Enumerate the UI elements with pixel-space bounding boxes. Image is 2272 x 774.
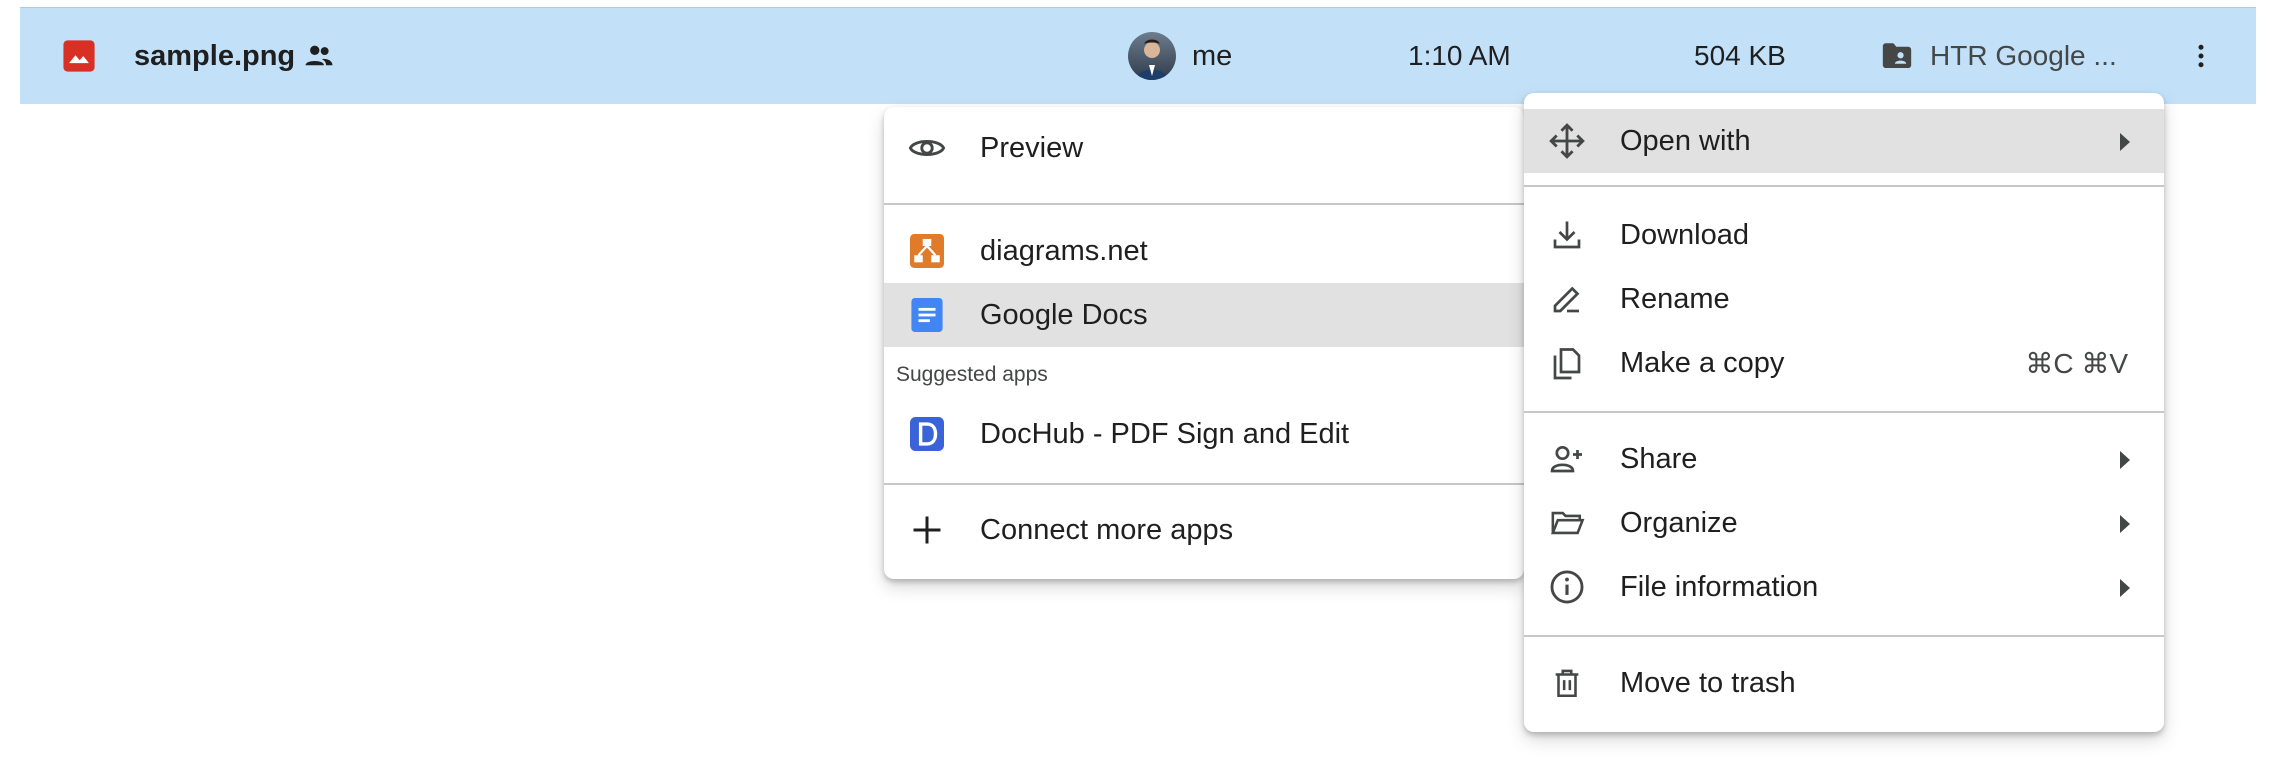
menu-item-label: Connect more apps <box>980 513 1234 546</box>
submenu-arrow-icon <box>2120 579 2130 597</box>
menu-item-make-a-copy[interactable]: Make a copy ⌘C ⌘V <box>1524 331 2164 395</box>
eye-icon <box>908 129 946 167</box>
divider <box>1524 185 2164 187</box>
pencil-icon <box>1548 280 1586 318</box>
menu-item-label: Preview <box>980 131 1084 164</box>
menu-item-preview[interactable]: Preview <box>884 116 1524 180</box>
owner-name: me <box>1192 39 1233 72</box>
folder-open-icon <box>1548 504 1586 542</box>
menu-item-dochub[interactable]: DocHub - PDF Sign and Edit <box>884 402 1524 466</box>
menu-item-label: Open with <box>1620 124 1751 157</box>
menu-item-open-with[interactable]: Open with <box>1524 109 2164 173</box>
divider <box>884 483 1524 485</box>
file-location[interactable]: HTR Google ... <box>1930 40 2117 72</box>
submenu-arrow-icon <box>2120 451 2130 469</box>
menu-item-label: Rename <box>1620 282 1730 315</box>
menu-item-file-information[interactable]: File information <box>1524 555 2164 619</box>
download-icon <box>1548 216 1586 254</box>
menu-item-connect-more-apps[interactable]: Connect more apps <box>884 498 1524 562</box>
submenu-arrow-icon <box>2120 515 2130 533</box>
menu-item-label: Download <box>1620 218 1749 251</box>
menu-item-label: DocHub - PDF Sign and Edit <box>980 417 1350 450</box>
plus-icon <box>908 511 946 549</box>
avatar <box>1128 32 1176 80</box>
file-name[interactable]: sample.png <box>134 40 295 73</box>
menu-item-label: File information <box>1620 570 1819 603</box>
menu-item-label: Organize <box>1620 506 1738 539</box>
divider <box>1524 635 2164 637</box>
diagrams-net-icon <box>908 232 946 270</box>
menu-item-rename[interactable]: Rename <box>1524 267 2164 331</box>
people-icon <box>302 8 336 104</box>
move-arrows-icon <box>1548 122 1586 160</box>
submenu-arrow-icon <box>2120 133 2130 151</box>
file-context-menu: Open with Download Rename Make a copy ⌘C… <box>1524 93 2164 732</box>
google-docs-icon <box>908 296 946 334</box>
open-with-submenu: Preview diagrams.net Google Docs Suggest… <box>884 107 1524 579</box>
menu-item-move-to-trash[interactable]: Move to trash <box>1524 651 2164 715</box>
person-add-icon <box>1548 440 1586 478</box>
file-row[interactable]: sample.png me 1:10 AM 504 KB HTR Google … <box>20 7 2256 104</box>
suggested-apps-header: Suggested apps <box>896 363 1048 386</box>
menu-item-label: diagrams.net <box>980 234 1148 267</box>
last-modified: 1:10 AM <box>1408 40 1511 71</box>
trash-icon <box>1548 664 1586 702</box>
keyboard-shortcut: ⌘C ⌘V <box>2025 347 2128 379</box>
menu-item-diagrams[interactable]: diagrams.net <box>884 219 1524 283</box>
menu-item-google-docs[interactable]: Google Docs <box>884 283 1524 347</box>
divider <box>884 203 1524 205</box>
menu-item-label: Make a copy <box>1620 346 1785 379</box>
menu-item-download[interactable]: Download <box>1524 203 2164 267</box>
menu-item-label: Move to trash <box>1620 666 1796 699</box>
info-icon <box>1548 568 1586 606</box>
divider <box>1524 411 2164 413</box>
dochub-icon <box>908 415 946 453</box>
file-size: 504 KB <box>1694 40 1786 71</box>
more-vert-icon[interactable] <box>2186 8 2216 104</box>
copy-icon <box>1548 344 1586 382</box>
menu-item-organize[interactable]: Organize <box>1524 491 2164 555</box>
menu-item-label: Share <box>1620 442 1698 475</box>
menu-item-label: Google Docs <box>980 298 1148 331</box>
image-file-icon <box>62 8 96 104</box>
menu-item-share[interactable]: Share <box>1524 427 2164 491</box>
shared-folder-icon <box>1880 39 1914 73</box>
